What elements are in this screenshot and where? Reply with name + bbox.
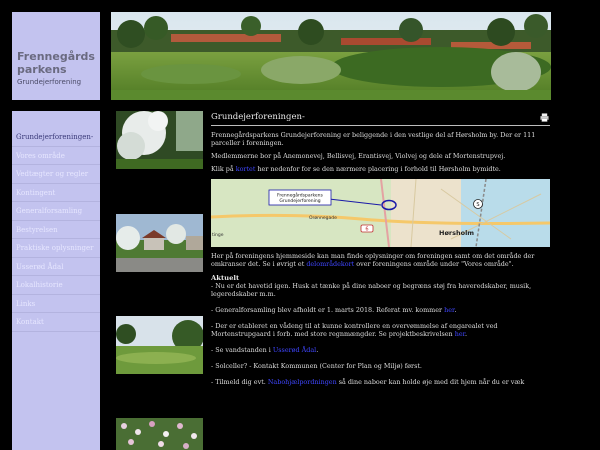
nav-item-grundejerforeningen[interactable]: Grundejerforeningen- [12, 128, 100, 147]
map-station-badge: S [476, 202, 479, 208]
header-banner-photo [111, 12, 551, 100]
map-callout-line2: Grundejerforening [279, 198, 320, 204]
content-header: Grundejerforeningen- [211, 111, 550, 126]
nav-item-generalforsamling[interactable]: Generalforsamling [12, 202, 100, 221]
news-item-nabohjaelp-end: så dine naboer kan holde øje med dit hje… [336, 378, 525, 386]
location-map[interactable]: Frennegårdsparkens Grundejerforening Orø… [211, 179, 550, 247]
news-item-generalforsamling-text: - Generalforsamling blev afholdt er 1. m… [211, 306, 445, 314]
logo-subtitle: Grundejerforening [17, 78, 82, 86]
nav-item-lokalhistorie[interactable]: Lokalhistorie [12, 276, 100, 295]
thumb-flowers [116, 418, 203, 450]
news-item-generalforsamling: - Generalforsamling blev afholdt er 1. m… [211, 306, 550, 314]
map-hint-text-post: her nedenfor for se den nærmere placerin… [255, 165, 501, 173]
map-link[interactable]: kortet [236, 165, 256, 173]
news-item-vandstand: - Se vandstanden i Usserød Ådal. [211, 346, 550, 354]
news-item-havetid: - Nu er det havetid igen. Husk at tænke … [211, 282, 532, 298]
map-left-label: tinge [212, 232, 224, 238]
usseroed-aadal-link[interactable]: Usserød Ådal [273, 346, 316, 354]
map-hint-text-pre: Klik på [211, 165, 236, 173]
news-item-generalforsamling-end: . [454, 306, 457, 314]
map-town-label: Hørsholm [439, 229, 474, 237]
referat-link[interactable]: her [444, 306, 454, 314]
sidebar-nav: Grundejerforeningen- Vores område Vedtæg… [12, 111, 100, 450]
nav-item-vedtaegter[interactable]: Vedtægter og regler [12, 165, 100, 184]
nav-item-praktiske-oplysninger[interactable]: Praktiske oplysninger [12, 239, 100, 258]
members-paragraph: Medlemmerne bor på Anemonevej, Bellisvej… [211, 152, 506, 160]
nav-item-links[interactable]: Links [12, 295, 100, 313]
nabohjaelp-link[interactable]: Nabohjælpordningen [268, 378, 337, 386]
site-logo[interactable]: Frennegårds parkens Grundejerforening [12, 12, 100, 100]
nav-item-kontingent[interactable]: Kontingent [12, 184, 100, 202]
nav-item-kontakt[interactable]: Kontakt [12, 313, 100, 332]
map-callout-line1: Frennegårdsparkens [277, 192, 323, 199]
news-item-solceller: - Solceller? - Kontakt Kommunen (Center … [211, 362, 422, 370]
map-road-label: Orønnegade [309, 215, 337, 221]
logo-title-line2: parkens [17, 63, 67, 76]
logo-title: Frennegårds parkens [17, 50, 95, 76]
news-item-vandstand-text: - Se vandstanden i [211, 346, 273, 354]
map-hint-paragraph: Klik på kortet her nedenfor for se den n… [211, 165, 550, 173]
thumb-street-houses [116, 214, 203, 272]
thumb-blossom-tree [116, 111, 203, 169]
site-info-paragraph: Her på foreningens hjemmeside kan man fi… [211, 252, 550, 268]
site-info-text-post: over foreningens område under "Vores omr… [354, 260, 514, 268]
aktuelt-heading: Aktuelt [211, 274, 240, 282]
news-item-nabohjaelp-text: - Tilmeld dig evt. [211, 378, 268, 386]
page-title: Grundejerforeningen- [211, 112, 305, 122]
delomraadekort-link[interactable]: delområdekort [306, 260, 354, 268]
nav-item-bestyrelsen[interactable]: Bestyrelsen [12, 221, 100, 239]
news-list: - Nu er det havetid igen. Husk at tænke … [211, 282, 550, 386]
news-item-vaadeng-end: . [464, 330, 467, 338]
thumb-meadow [116, 316, 203, 374]
news-item-vandstand-end: . [316, 346, 319, 354]
news-item-vaadeng: - Der er etableret en vådeng til at kunn… [211, 322, 550, 338]
print-icon[interactable] [540, 113, 549, 122]
nav-item-usseroed-aadal[interactable]: Usserød Ådal [12, 258, 100, 276]
projektbeskrivelse-link[interactable]: her [455, 330, 465, 338]
logo-title-line1: Frennegårds [17, 50, 95, 63]
news-item-nabohjaelp: - Tilmeld dig evt. Nabohjælpordningen så… [211, 378, 550, 386]
main-content: Grundejerforeningen- Frennegårdsparkens … [211, 111, 550, 450]
nav-item-vores-omraade[interactable]: Vores område [12, 147, 100, 165]
map-route-badge: 6 [365, 227, 368, 233]
intro-paragraph: Frennegårdsparkens Grundejerforening er … [211, 131, 536, 147]
